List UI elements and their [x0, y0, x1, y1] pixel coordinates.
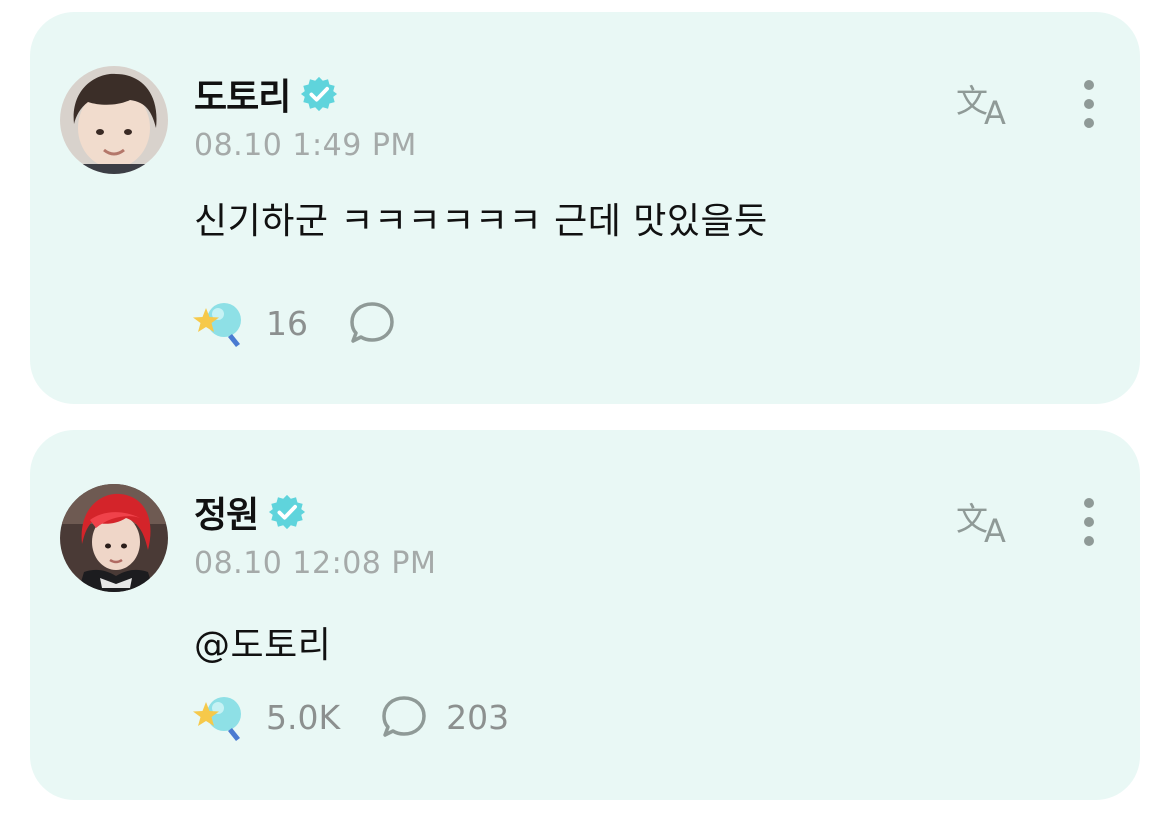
avatar[interactable] — [60, 484, 168, 592]
verified-badge-icon — [269, 494, 306, 530]
star-lightstick-icon[interactable] — [192, 298, 246, 348]
reaction-count: 5.0K — [266, 697, 341, 737]
author-row: 정원 — [194, 488, 306, 536]
more-options-button[interactable] — [1076, 496, 1102, 548]
star-lightstick-icon[interactable] — [192, 692, 246, 742]
speech-bubble-icon[interactable] — [348, 300, 396, 346]
reaction-count: 16 — [266, 303, 308, 343]
speech-bubble-icon[interactable] — [380, 694, 428, 740]
translate-button[interactable]: 文 A — [956, 494, 1018, 546]
comment-text: 신기하군 ㅋㅋㅋㅋㅋㅋ 근데 맛있을듯 — [194, 201, 768, 242]
translate-icon: 文 A — [956, 82, 1006, 128]
comment-card[interactable]: 도토리 08.10 1:49 PM 신기하군 ㅋㅋㅋㅋㅋㅋ 근데 맛있을듯 文 … — [30, 12, 1140, 404]
author-row: 도토리 — [194, 70, 338, 118]
reply-count: 203 — [446, 697, 510, 737]
more-vertical-icon — [1084, 80, 1094, 128]
svg-text:A: A — [984, 94, 1006, 128]
verified-badge-icon — [301, 76, 338, 112]
comment-actions: 16 — [192, 298, 414, 348]
comment-timestamp: 08.10 12:08 PM — [194, 546, 437, 581]
comment-timestamp: 08.10 1:49 PM — [194, 128, 417, 163]
svg-text:A: A — [984, 512, 1006, 546]
author-name[interactable]: 정원 — [194, 486, 259, 538]
more-options-button[interactable] — [1076, 78, 1102, 130]
translate-button[interactable]: 文 A — [956, 76, 1018, 128]
comment-card[interactable]: 정원 08.10 12:08 PM @도토리 文 A 5.0K 203 — [30, 430, 1140, 800]
translate-icon: 文 A — [956, 500, 1006, 546]
comment-actions: 5.0K 203 — [192, 692, 509, 742]
avatar[interactable] — [60, 66, 168, 174]
comment-text: @도토리 — [194, 625, 332, 666]
more-vertical-icon — [1084, 498, 1094, 546]
author-name[interactable]: 도토리 — [194, 68, 291, 120]
